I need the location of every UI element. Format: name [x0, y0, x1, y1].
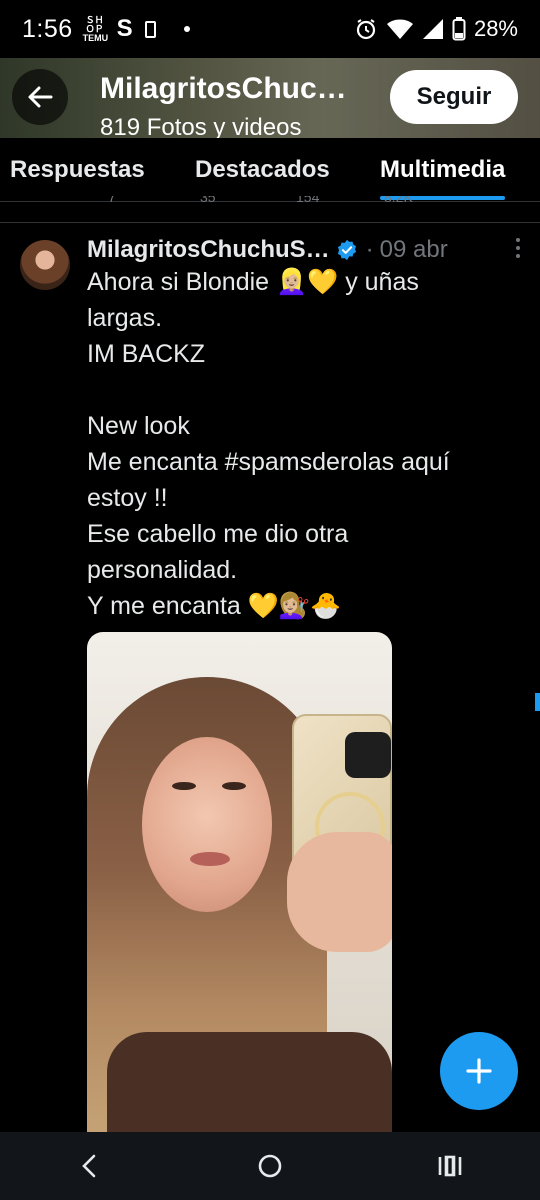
phone-notification-icon: [144, 20, 156, 38]
photo-eye: [222, 782, 246, 790]
tweet-photo[interactable]: [87, 632, 392, 1152]
status-bar: 1:56 ＳＨＯＰ TEMU S 28%: [0, 0, 540, 58]
tweet-text: Ahora si Blondie 👱🏼‍♀️💛 y uñas largas. I…: [87, 264, 517, 624]
photo-eye: [172, 782, 196, 790]
tweet-line: Ahora si Blondie 👱🏼‍♀️💛 y uñas: [87, 268, 419, 296]
more-vertical-icon[interactable]: [508, 238, 528, 258]
repost-count[interactable]: 35: [200, 196, 216, 205]
system-nav-bar: [0, 1132, 540, 1200]
s-app-notification-icon: S: [116, 15, 133, 42]
media-count: 819 Fotos y videos: [100, 114, 302, 138]
compose-button[interactable]: [440, 1032, 518, 1110]
tweet-line: estoy !!: [87, 484, 168, 512]
more-notifications-dot-icon: [183, 26, 190, 32]
wifi-icon: [386, 19, 413, 39]
circle-home-icon: [258, 1154, 282, 1178]
battery-icon: [452, 17, 466, 41]
nav-home-button[interactable]: [240, 1136, 300, 1196]
avatar[interactable]: [20, 240, 70, 290]
signal-icon: [422, 19, 443, 39]
tweet-line: Y me encanta 💛💇🏼‍♀️🐣: [87, 592, 342, 620]
chevron-left-icon: [82, 1154, 96, 1178]
temu-notification-icon: ＳＨＯＰ TEMU: [82, 14, 109, 43]
photo-lips: [190, 852, 230, 866]
tweet-divider: [0, 222, 540, 223]
reply-count[interactable]: 7: [108, 196, 116, 205]
tweet-line: largas.: [87, 304, 163, 332]
profile-tabs: Respuestas Destacados Multimedia: [0, 138, 540, 202]
tab-destacados[interactable]: Destacados: [195, 138, 330, 202]
nav-recents-button[interactable]: [420, 1136, 480, 1196]
like-count[interactable]: 154: [296, 196, 319, 205]
nav-back-button[interactable]: [60, 1136, 120, 1196]
arrow-left-icon: [28, 86, 53, 108]
photo-face: [142, 737, 272, 912]
profile-header: MilagritosChuc… 819 Fotos y videos Segui…: [0, 58, 540, 138]
battery-percent: 28%: [473, 16, 518, 41]
photo-phone-camera: [345, 732, 391, 778]
previous-tweet-actions: 7 35 154 8.2K: [0, 196, 540, 210]
follow-button[interactable]: Seguir: [390, 70, 518, 124]
tab-respuestas[interactable]: Respuestas: [10, 138, 145, 202]
views-count[interactable]: 8.2K: [384, 196, 413, 205]
tweet-line: IM BACKZ: [87, 340, 206, 368]
tweet-header: MilagritosChuchuS… · 09 abr: [87, 234, 527, 266]
tweet-separator: ·: [365, 236, 374, 263]
tweet-author[interactable]: MilagritosChuchuS…: [87, 236, 330, 264]
tab-multimedia-label: Multimedia: [380, 155, 506, 183]
tweet-line: [87, 372, 517, 408]
back-button[interactable]: [12, 69, 68, 125]
status-right: 28%: [354, 16, 518, 42]
tweet-date[interactable]: 09 abr: [380, 236, 448, 264]
tweet-line: personalidad.: [87, 556, 238, 584]
tweet-line: Ese cabello me dio otra: [87, 520, 349, 548]
plus-icon: [466, 1058, 492, 1084]
tweet-line: New look: [87, 412, 190, 440]
verified-badge-icon: [337, 239, 356, 261]
recents-icon: [438, 1155, 462, 1177]
photo-hand: [287, 832, 392, 952]
scroll-indicator: [535, 693, 540, 711]
tweet-line-hashtag: Me encanta #spamsderolas aquí: [87, 448, 450, 476]
alarm-icon: [356, 19, 376, 40]
screen: 1:56 ＳＨＯＰ TEMU S 28% MilagritosChuc… 819…: [0, 0, 540, 1200]
status-time: 1:56: [22, 14, 73, 43]
profile-name: MilagritosChuc…: [100, 72, 347, 105]
tab-multimedia[interactable]: Multimedia: [380, 138, 506, 202]
